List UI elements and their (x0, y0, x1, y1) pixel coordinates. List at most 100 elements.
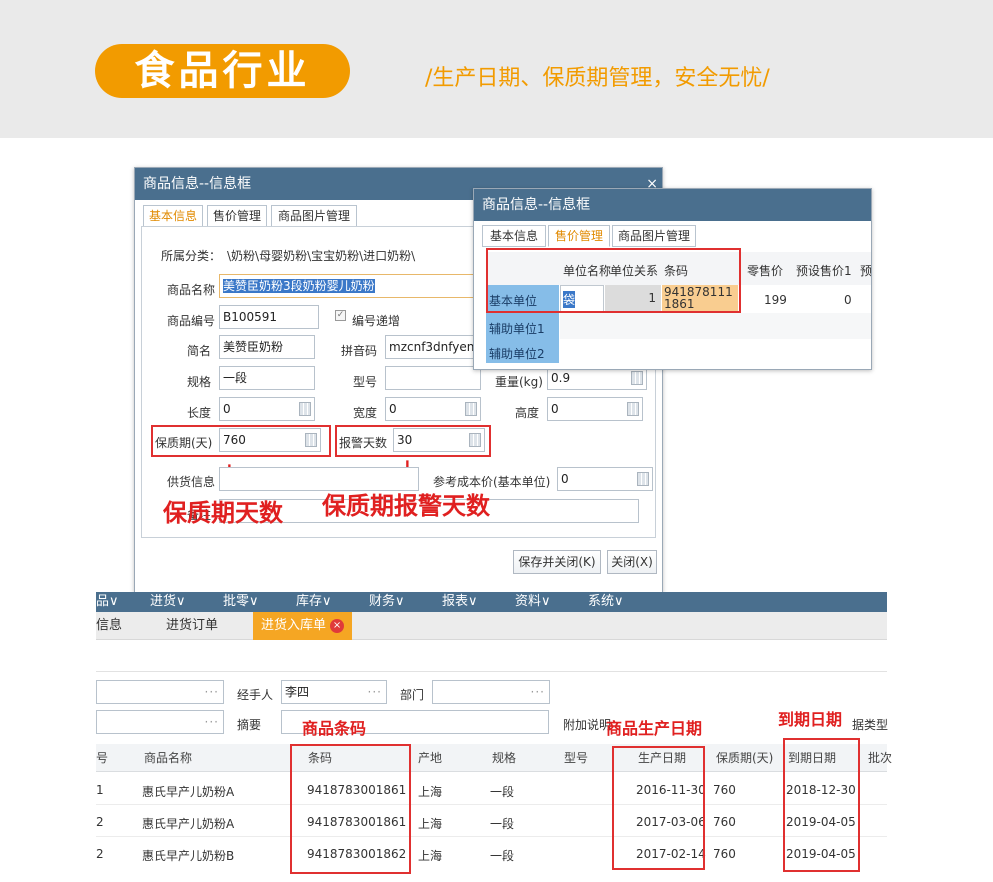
width-value: 0 (389, 402, 397, 416)
close-icon[interactable]: × (330, 618, 345, 633)
shelf-life-input[interactable]: 760 (219, 428, 321, 452)
tab-basic-info[interactable]: 基本信息 (482, 225, 546, 247)
production-date-column-highlight (612, 746, 705, 870)
supplier-input[interactable]: ··· (96, 680, 224, 704)
tab-purchase-receipt[interactable]: 进货入库单 × (253, 612, 353, 640)
retail-price-value: 199 (764, 293, 787, 307)
ref-cost-input[interactable]: 0 (557, 467, 653, 491)
model-label: 型号 (353, 375, 378, 389)
menu-item-purchase[interactable]: 进货∨ (150, 592, 186, 612)
col-origin: 产地 (418, 751, 443, 765)
close-button[interactable]: 关闭(X) (607, 550, 657, 574)
tab-purchase-order[interactable]: 进货订单 (166, 612, 218, 640)
length-label: 长度 (187, 406, 212, 420)
width-label: 宽度 (353, 406, 378, 420)
row-product-name: 惠氏早产儿奶粉A (142, 817, 235, 831)
shelf-life-label: 保质期(天) (155, 436, 213, 450)
row-label-aux-unit-1: 辅助单位1 (489, 322, 545, 336)
calculator-icon[interactable] (627, 402, 639, 416)
row-product-name: 惠氏早产儿奶粉A (142, 785, 235, 799)
tab-product-images[interactable]: 商品图片管理 (271, 205, 357, 227)
save-and-close-button[interactable]: 保存并关闭(K) (513, 550, 601, 574)
col-product-name: 商品名称 (144, 751, 193, 765)
pinyin-label: 拼音码 (341, 344, 378, 358)
auto-increment-label: 编号递增 (352, 314, 401, 328)
col-shelf-life: 保质期(天) (716, 751, 774, 765)
menu-item-data[interactable]: 资料∨ (515, 592, 551, 612)
menu-item-system[interactable]: 系统∨ (588, 592, 624, 612)
menu-item-reports[interactable]: 报表∨ (442, 592, 478, 612)
model-input[interactable] (385, 366, 481, 390)
preset-price-value: 0 (844, 293, 852, 307)
more-icon[interactable]: ··· (368, 681, 382, 703)
industry-badge: 食品行业 (95, 44, 350, 98)
row-origin: 上海 (418, 785, 443, 799)
row-divider (96, 804, 887, 805)
row-shelf-life: 760 (713, 783, 736, 797)
calculator-icon[interactable] (305, 433, 317, 447)
annotation-production-date: 商品生产日期 (606, 719, 703, 738)
menu-item-wholesale-retail[interactable]: 批零∨ (223, 592, 259, 612)
spec-label: 规格 (187, 375, 212, 389)
col-preset-price: 预设售价1 (796, 264, 852, 278)
annotation-shelf-days: 保质期天数 (163, 499, 283, 527)
dialog-title: 商品信息--信息框 (474, 189, 871, 221)
tab-basic-info[interactable]: 基本信息 (143, 205, 203, 227)
width-input[interactable]: 0 (385, 397, 481, 421)
height-input[interactable]: 0 (547, 397, 643, 421)
shelf-life-value: 760 (223, 433, 246, 447)
row-product-name: 惠氏早产儿奶粉B (142, 849, 235, 863)
department-input[interactable]: ··· (432, 680, 550, 704)
form-divider (96, 671, 887, 672)
department-label: 部门 (400, 688, 425, 702)
short-name-label: 简名 (187, 344, 212, 358)
tab-info[interactable]: 信息 (96, 612, 122, 640)
more-icon[interactable]: ··· (205, 711, 219, 733)
short-name-input[interactable]: 美赞臣奶粉 (219, 335, 315, 359)
tab-price-management[interactable]: 售价管理 (548, 225, 610, 247)
handler-value: 李四 (285, 685, 310, 699)
row-origin: 上海 (418, 849, 443, 863)
banner-tagline: /生产日期、保质期管理，安全无忧/ (425, 66, 770, 91)
spec-input[interactable]: 一段 (219, 366, 315, 390)
barcode-highlight (486, 248, 741, 313)
handler-input[interactable]: 李四 ··· (281, 680, 387, 704)
product-name-input[interactable]: 美赞臣奶粉3段奶粉婴儿奶粉 (219, 274, 479, 298)
calculator-icon[interactable] (631, 371, 643, 385)
tab-price-management[interactable]: 售价管理 (207, 205, 267, 227)
calculator-icon[interactable] (469, 433, 481, 447)
weight-value: 0.9 (551, 371, 571, 385)
calculator-icon[interactable] (465, 402, 477, 416)
page-root: 食品行业 /生产日期、保质期管理，安全无忧/ 商品信息--信息框 × 基本信息 … (0, 0, 993, 882)
col-batch: 批次 (868, 751, 893, 765)
barcode-column-highlight (290, 744, 411, 874)
row-origin: 上海 (418, 817, 443, 831)
more-icon[interactable]: ··· (205, 681, 219, 703)
calculator-icon[interactable] (637, 472, 649, 486)
menu-item-finance[interactable]: 财务∨ (369, 592, 405, 612)
doc-type-label: 据类型 (852, 718, 889, 732)
alarm-days-label: 报警天数 (339, 436, 388, 450)
pinyin-input[interactable]: mzcnf3dnfyenf (385, 335, 477, 359)
row-shelf-life: 760 (713, 847, 736, 861)
product-code-input[interactable]: B100591 (219, 305, 319, 329)
annotation-expiry-date: 到期日期 (778, 710, 843, 729)
alarm-days-input[interactable]: 30 (393, 428, 485, 452)
row-divider (96, 836, 887, 837)
warehouse-input[interactable]: ··· (96, 710, 224, 734)
menu-item-goods[interactable]: 品∨ (96, 592, 119, 612)
auto-increment-checkbox[interactable]: ✓ (335, 310, 346, 321)
menu-item-inventory[interactable]: 库存∨ (296, 592, 332, 612)
more-icon[interactable]: ··· (531, 681, 545, 703)
calculator-icon[interactable] (299, 402, 311, 416)
row-spec: 一段 (490, 785, 515, 799)
summary-label: 摘要 (237, 718, 262, 732)
length-input[interactable]: 0 (219, 397, 315, 421)
price-info-dialog: 商品信息--信息框 基本信息 售价管理 商品图片管理 单位名称 单位关系 条码 … (473, 188, 872, 370)
annotation-alarm-days: 保质期报警天数 (322, 492, 490, 520)
row-label-aux-unit-2: 辅助单位2 (489, 347, 545, 361)
main-menu-bar: 品∨ 进货∨ 批零∨ 库存∨ 财务∨ 报表∨ 资料∨ 系统∨ (96, 592, 887, 612)
supply-label: 供货信息 (167, 475, 216, 489)
annotation-barcode: 商品条码 (302, 719, 367, 738)
tab-product-images[interactable]: 商品图片管理 (612, 225, 696, 247)
